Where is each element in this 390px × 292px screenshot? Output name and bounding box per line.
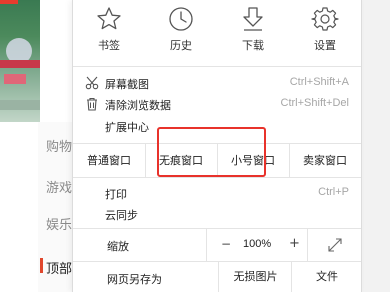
settings-label: 设置 (314, 39, 336, 52)
history-label: 历史 (170, 39, 192, 52)
divider (73, 66, 361, 67)
fullscreen-icon[interactable] (327, 237, 343, 253)
screenshot-item[interactable]: 屏幕截图 Ctrl+Shift+A (73, 73, 361, 93)
history-button[interactable]: 历史 (145, 0, 217, 64)
highlight-box (157, 127, 266, 177)
bookmarks-button[interactable]: 书签 (73, 0, 145, 64)
clock-icon (169, 7, 193, 31)
top-accent (0, 0, 18, 4)
cloud-sync-item[interactable]: 云同步 (73, 204, 361, 224)
save-page-label: 网页另存为 (107, 273, 162, 286)
print-item[interactable]: 打印 Ctrl+P (73, 183, 361, 203)
save-as-image-button[interactable]: 无损图片 (218, 262, 292, 292)
clear-data-shortcut: Ctrl+Shift+Del (280, 97, 349, 109)
bookmarks-label: 书签 (98, 39, 120, 52)
extensions-label: 扩展中心 (105, 121, 149, 134)
zoom-level: 100% (243, 238, 272, 250)
star-icon (97, 7, 121, 30)
banner-image (0, 0, 40, 122)
screen: 购物 游戏 娱乐 顶部 书签 历史 下载 设置 屏幕截图 Ctrl+Shift+… (0, 0, 390, 292)
nav-item-games[interactable]: 游戏 (46, 177, 72, 196)
nav-item-shopping[interactable]: 购物 (46, 136, 72, 155)
screenshot-shortcut: Ctrl+Shift+A (289, 76, 349, 88)
settings-button[interactable]: 设置 (289, 0, 361, 64)
clear-data-item[interactable]: 清除浏览数据 Ctrl+Shift+Del (73, 94, 361, 114)
nav-item-top[interactable]: 顶部 (46, 258, 72, 277)
nav-item-entertainment[interactable]: 娱乐 (46, 214, 72, 233)
divider (73, 177, 361, 178)
nav-active-indicator (40, 258, 43, 273)
zoom-in-button[interactable]: + (289, 236, 300, 251)
save-page-row: 网页另存为 无损图片 文件 (73, 262, 361, 292)
downloads-button[interactable]: 下载 (217, 0, 289, 64)
zoom-out-button[interactable]: − (221, 237, 231, 251)
trash-icon (87, 97, 97, 111)
quick-actions: 书签 历史 下载 设置 (73, 0, 361, 64)
download-icon (243, 7, 263, 31)
print-label: 打印 (105, 188, 127, 201)
screenshot-label: 屏幕截图 (105, 78, 149, 91)
print-shortcut: Ctrl+P (318, 186, 349, 198)
scissors-icon (85, 76, 99, 90)
zoom-label: 缩放 (107, 240, 129, 253)
gear-icon (311, 7, 339, 31)
zoom-controls: − 100% + (206, 229, 308, 261)
page-right-edge (361, 0, 390, 292)
save-as-file-button[interactable]: 文件 (291, 262, 362, 292)
seller-window-button[interactable]: 卖家窗口 (289, 144, 361, 177)
cloud-sync-label: 云同步 (105, 209, 138, 222)
normal-window-button[interactable]: 普通窗口 (73, 144, 146, 177)
downloads-label: 下载 (242, 39, 264, 52)
clear-data-label: 清除浏览数据 (105, 99, 171, 112)
zoom-row: 缩放 − 100% + (73, 229, 361, 261)
